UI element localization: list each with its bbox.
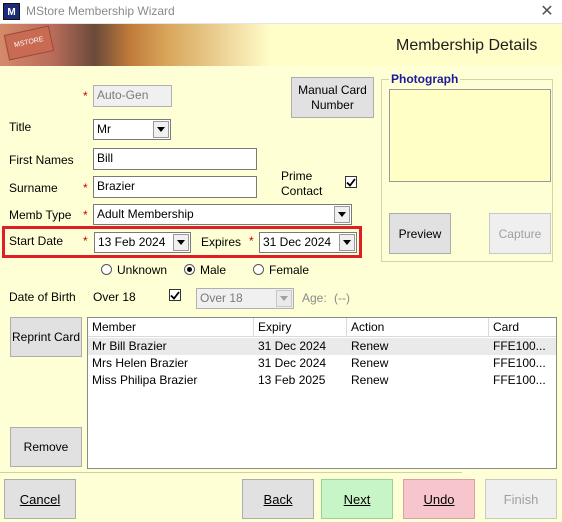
manual-card-number-button[interactable]: Manual Card Number (291, 77, 374, 118)
check-icon (170, 290, 180, 300)
gender-label-male: Male (200, 263, 227, 277)
capture-button: Capture (489, 213, 551, 254)
cell-expiry: 31 Dec 2024 (258, 339, 327, 353)
column-header-action[interactable]: Action (347, 318, 489, 337)
start-date-value: 13 Feb 2024 (98, 235, 166, 249)
cancel-button[interactable]: Cancel (4, 479, 76, 519)
cell-expiry: 31 Dec 2024 (258, 356, 327, 370)
table-row[interactable]: Miss Philipa Brazier 13 Feb 2025 Renew F… (88, 372, 556, 389)
table-row[interactable]: Mrs Helen Brazier 31 Dec 2024 Renew FFE1… (88, 355, 556, 372)
cell-card: FFE100... (493, 339, 546, 353)
gender-radio-female[interactable] (253, 264, 264, 275)
gender-radio-unknown[interactable] (101, 264, 112, 275)
close-icon[interactable]: ✕ (536, 2, 558, 22)
preview-label: Preview (398, 226, 442, 241)
memb-type-select[interactable]: Adult Membership (93, 204, 352, 225)
title-label: Title (9, 120, 32, 134)
back-label: Back (263, 491, 293, 507)
footer-divider (0, 472, 462, 473)
chevron-down-icon[interactable] (153, 121, 169, 138)
required-mark: * (83, 208, 88, 222)
reprint-card-button[interactable]: Reprint Card (10, 317, 82, 357)
title-select-value: Mr (97, 122, 111, 136)
capture-label: Capture (498, 226, 542, 241)
chevron-down-icon (276, 290, 292, 307)
cell-card: FFE100... (493, 356, 546, 370)
prime-contact-checkbox[interactable] (345, 176, 357, 188)
cell-action: Renew (351, 356, 389, 370)
cell-member: Miss Philipa Brazier (92, 373, 198, 387)
surname-label: Surname (9, 181, 58, 195)
check-icon (346, 177, 356, 187)
first-names-label: First Names (9, 153, 74, 167)
start-date-picker[interactable]: 13 Feb 2024 (94, 232, 191, 253)
expires-date-picker[interactable]: 31 Dec 2024 (259, 232, 357, 253)
gender-radio-male[interactable] (184, 264, 195, 275)
required-mark: * (83, 89, 88, 103)
window-title: MStore Membership Wizard (26, 4, 175, 18)
required-mark: * (249, 234, 254, 248)
column-header-member[interactable]: Member (88, 318, 254, 337)
cell-card: FFE100... (493, 373, 546, 387)
finish-label: Finish (503, 491, 539, 507)
surname-field[interactable]: Brazier (93, 176, 257, 198)
cancel-label: Cancel (19, 491, 61, 507)
table-row[interactable]: Mr Bill Brazier 31 Dec 2024 Renew FFE100… (88, 338, 556, 355)
gender-label-female: Female (269, 263, 310, 277)
first-names-field[interactable]: Bill (93, 148, 257, 170)
chevron-down-icon[interactable] (334, 206, 350, 223)
expires-label: Expires (201, 235, 242, 249)
radio-selected-dot (187, 267, 192, 272)
required-mark: * (83, 181, 88, 195)
undo-label: Undo (423, 491, 455, 507)
start-date-label: Start Date (9, 234, 64, 248)
preview-button[interactable]: Preview (389, 213, 451, 254)
column-header-card[interactable]: Card (489, 318, 556, 337)
chevron-down-icon[interactable] (339, 234, 355, 251)
age-label: Age: (302, 291, 327, 305)
photo-legend: Photograph (389, 72, 461, 86)
reprint-card-label: Reprint Card (11, 329, 81, 344)
over18-label: Over 18 (93, 290, 136, 304)
gender-label-unknown: Unknown (117, 263, 168, 277)
memb-type-value: Adult Membership (97, 207, 194, 221)
card-number-field: Auto-Gen (93, 85, 172, 107)
memb-type-label: Memb Type (9, 208, 72, 222)
cell-member: Mr Bill Brazier (92, 339, 167, 353)
dob-label: Date of Birth (9, 290, 76, 304)
age-band-select: Over 18 (196, 288, 294, 309)
cell-member: Mrs Helen Brazier (92, 356, 189, 370)
age-value: (--) (334, 291, 350, 305)
age-band-value: Over 18 (200, 291, 243, 305)
over18-checkbox[interactable] (169, 289, 181, 301)
manual-card-label: Manual Card Number (298, 82, 367, 112)
cell-action: Renew (351, 373, 389, 387)
photo-frame (389, 89, 551, 182)
expires-date-value: 31 Dec 2024 (263, 235, 332, 249)
cell-action: Renew (351, 339, 389, 353)
next-label: Next (343, 491, 371, 507)
column-header-expiry[interactable]: Expiry (254, 318, 347, 337)
finish-button: Finish (485, 479, 557, 519)
chevron-down-icon[interactable] (173, 234, 189, 251)
remove-button[interactable]: Remove (10, 427, 82, 467)
page-title: Membership Details (396, 37, 538, 54)
title-select[interactable]: Mr (93, 119, 171, 140)
next-button[interactable]: Next (321, 479, 393, 519)
back-button[interactable]: Back (242, 479, 314, 519)
prime-contact-label: Prime Contact (281, 169, 323, 198)
remove-label: Remove (23, 440, 69, 454)
undo-button[interactable]: Undo (403, 479, 475, 519)
required-mark: * (83, 234, 88, 248)
cell-expiry: 13 Feb 2025 (258, 373, 326, 387)
members-table[interactable]: Member Expiry Action Card Mr Bill Brazie… (87, 317, 557, 469)
app-icon: M (3, 3, 20, 20)
